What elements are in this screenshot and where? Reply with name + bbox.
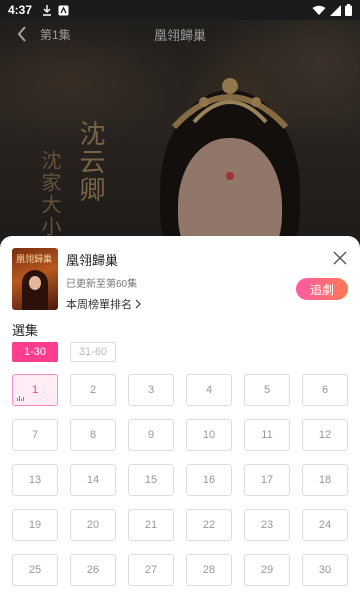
- episode-cell[interactable]: 17: [244, 464, 290, 496]
- episode-cell[interactable]: 30: [302, 554, 348, 586]
- episode-cell[interactable]: 1: [12, 374, 58, 406]
- episode-cell[interactable]: 19: [12, 509, 58, 541]
- weekly-rank-link[interactable]: 本周榜單排名: [66, 296, 141, 312]
- chevron-right-icon: [135, 299, 141, 309]
- episode-number: 16: [202, 474, 216, 486]
- episode-number: 19: [28, 519, 42, 531]
- episode-cell[interactable]: 26: [70, 554, 116, 586]
- episode-cell[interactable]: 21: [128, 509, 174, 541]
- episode-number: 1: [31, 384, 39, 396]
- episode-cell[interactable]: 22: [186, 509, 232, 541]
- dim-overlay: [0, 20, 360, 255]
- episode-number: 27: [144, 564, 158, 576]
- episode-number: 20: [86, 519, 100, 531]
- episode-selector-sheet: 凰翎歸巢 凰翎歸巢 已更新至第60集 本周榜單排名 追劇 選集 1-30 31-…: [0, 236, 360, 600]
- episode-number: 18: [318, 474, 332, 486]
- video-top-bar: 第1集 凰翎歸巢: [0, 20, 360, 48]
- status-time: 4:37: [8, 3, 33, 17]
- episode-cell[interactable]: 14: [70, 464, 116, 496]
- episode-cell[interactable]: 9: [128, 419, 174, 451]
- episode-cell[interactable]: 15: [128, 464, 174, 496]
- episode-number: 29: [260, 564, 274, 576]
- episode-cell[interactable]: 24: [302, 509, 348, 541]
- episode-number: 26: [86, 564, 100, 576]
- range-tab-31-60[interactable]: 31-60: [70, 342, 116, 362]
- poster-face: [29, 276, 41, 290]
- episode-number: 25: [28, 564, 42, 576]
- chevron-left-icon: [17, 26, 26, 42]
- episode-number: 12: [318, 429, 332, 441]
- episode-cell[interactable]: 12: [302, 419, 348, 451]
- video-player[interactable]: 沈云卿 沈家大小 第1集 凰翎歸巢: [0, 20, 360, 255]
- episode-number: 3: [147, 384, 155, 396]
- episode-number: 21: [144, 519, 158, 531]
- episode-cell[interactable]: 8: [70, 419, 116, 451]
- wifi-icon: [312, 5, 326, 16]
- drama-poster[interactable]: 凰翎歸巢: [12, 248, 58, 310]
- episode-number: 30: [318, 564, 332, 576]
- episode-number: 13: [28, 474, 42, 486]
- battery-icon: [345, 4, 352, 16]
- now-playing-icon: [17, 396, 24, 401]
- episode-cell[interactable]: 23: [244, 509, 290, 541]
- episode-cell[interactable]: 10: [186, 419, 232, 451]
- episode-cell[interactable]: 16: [186, 464, 232, 496]
- episode-cell[interactable]: 7: [12, 419, 58, 451]
- episode-number: 5: [263, 384, 271, 396]
- episode-number: 17: [260, 474, 274, 486]
- episode-number: 14: [86, 474, 100, 486]
- range-tab-1-30[interactable]: 1-30: [12, 342, 58, 362]
- episode-number: 10: [202, 429, 216, 441]
- episode-cell[interactable]: 29: [244, 554, 290, 586]
- episode-number: 24: [318, 519, 332, 531]
- episode-number: 7: [31, 429, 39, 441]
- section-title: 選集: [12, 323, 39, 338]
- episode-cell[interactable]: 27: [128, 554, 174, 586]
- episode-number: 8: [89, 429, 97, 441]
- episode-grid: 1 2 3 4 5 6 7 8 9 10 11 12 13 14 15 16 1…: [12, 374, 348, 586]
- episode-cell[interactable]: 6: [302, 374, 348, 406]
- episode-cell[interactable]: 20: [70, 509, 116, 541]
- status-bar: 4:37: [0, 0, 360, 20]
- episode-label: 第1集: [40, 27, 71, 42]
- episode-number: 23: [260, 519, 274, 531]
- episode-cell[interactable]: 3: [128, 374, 174, 406]
- back-button[interactable]: [12, 24, 32, 44]
- poster-title: 凰翎歸巢: [16, 255, 53, 265]
- episode-range-tabs: 1-30 31-60: [12, 342, 116, 362]
- follow-button[interactable]: 追劇: [296, 278, 348, 300]
- episode-cell[interactable]: 13: [12, 464, 58, 496]
- episode-number: 2: [89, 384, 97, 396]
- download-icon: [42, 4, 52, 16]
- episode-number: 22: [202, 519, 216, 531]
- signal-icon: [330, 4, 341, 16]
- episode-number: 15: [144, 474, 158, 486]
- app-notification-icon: [58, 5, 69, 16]
- episode-cell[interactable]: 25: [12, 554, 58, 586]
- episode-number: 28: [202, 564, 216, 576]
- episode-cell[interactable]: 2: [70, 374, 116, 406]
- drama-name: 凰翎歸巢: [66, 253, 119, 268]
- episode-cell[interactable]: 28: [186, 554, 232, 586]
- episode-number: 11: [261, 429, 273, 441]
- episode-number: 6: [321, 384, 329, 396]
- episode-cell[interactable]: 11: [244, 419, 290, 451]
- episode-cell[interactable]: 5: [244, 374, 290, 406]
- episode-cell[interactable]: 18: [302, 464, 348, 496]
- episode-number: 9: [147, 429, 155, 441]
- drama-info: 凰翎歸巢 凰翎歸巢 已更新至第60集 本周榜單排名: [12, 248, 141, 312]
- episode-number: 4: [205, 384, 213, 396]
- close-button[interactable]: [330, 248, 350, 268]
- update-status: 已更新至第60集: [66, 279, 138, 290]
- close-icon: [333, 251, 347, 265]
- episode-cell[interactable]: 4: [186, 374, 232, 406]
- weekly-rank-label: 本周榜單排名: [66, 299, 132, 311]
